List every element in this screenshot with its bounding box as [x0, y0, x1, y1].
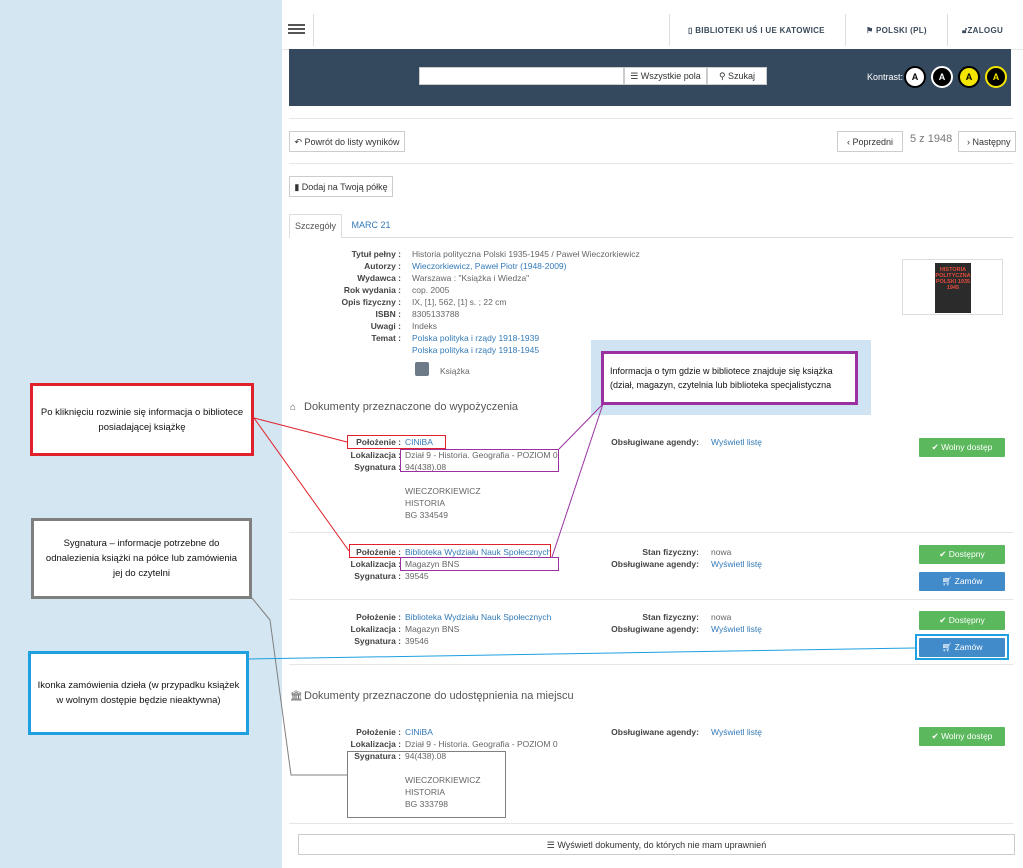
connector-line — [558, 403, 604, 450]
connector-line — [248, 647, 916, 660]
annotation-library-info: Po kliknięciu rozwinie się informacja o … — [30, 383, 254, 456]
annotation-signature-info: Sygnatura – informacje potrzebne do odna… — [31, 518, 252, 599]
connector-line — [253, 417, 350, 552]
connector-line — [251, 597, 347, 776]
connector-line — [551, 403, 604, 558]
annotation-order-info: Ikonka zamówienia dzieła (w przypadku ks… — [28, 651, 249, 735]
connector-line — [253, 417, 348, 443]
